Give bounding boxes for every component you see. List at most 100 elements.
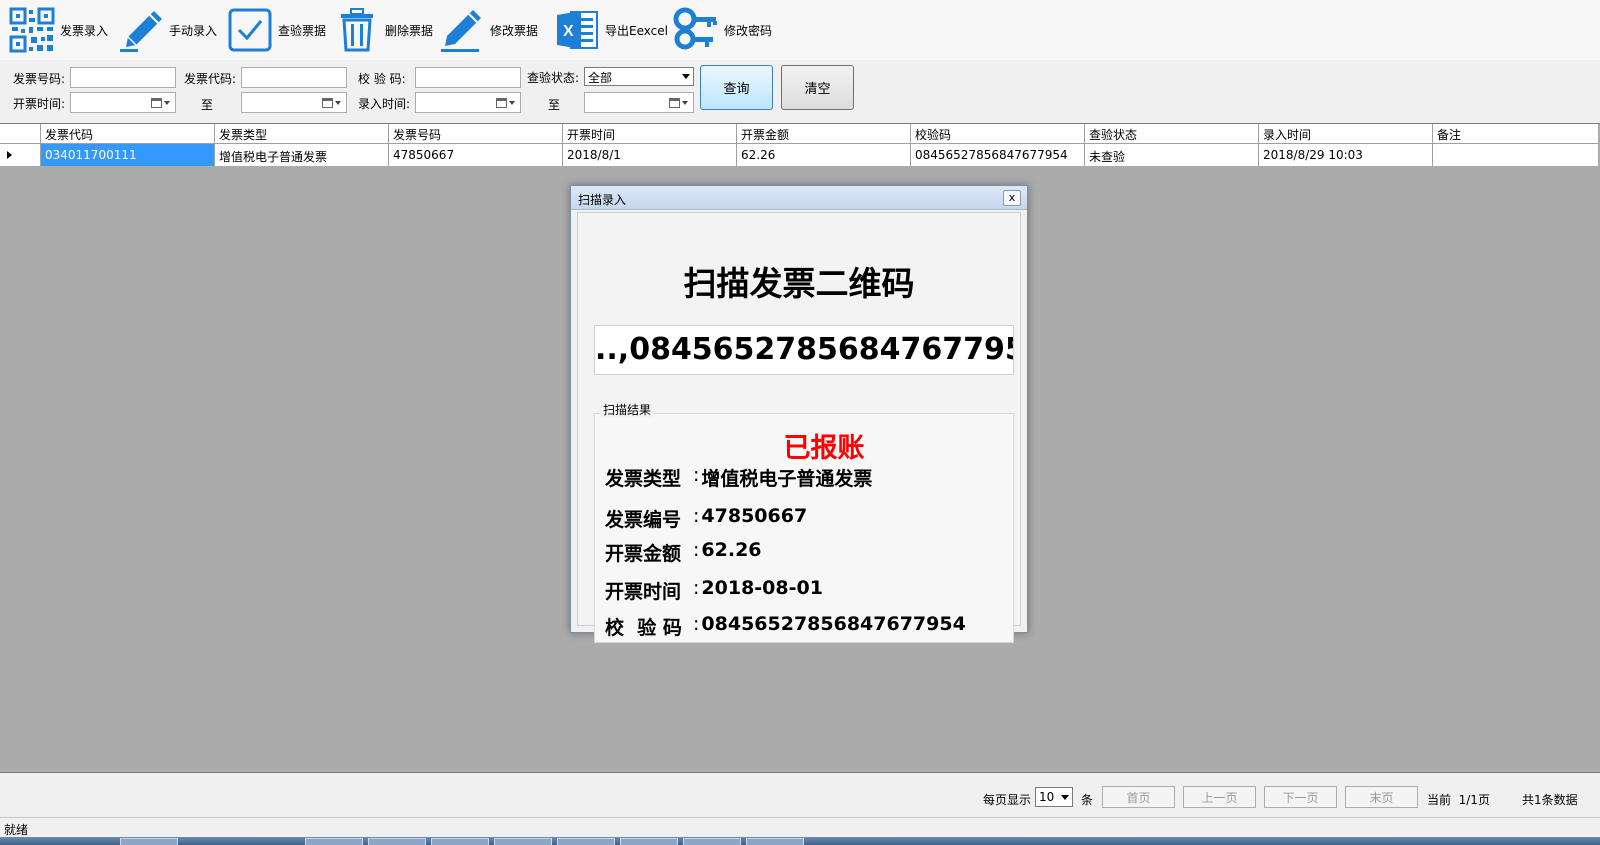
clear-button[interactable]: 清空 [781, 65, 854, 110]
result-value: 62.26 [701, 539, 762, 561]
table-cell[interactable]: 62.26 [737, 144, 911, 166]
next-page-button[interactable]: 下一页 [1264, 786, 1337, 808]
colon: : [693, 505, 700, 527]
colon: : [693, 577, 700, 599]
chevron-down-icon [682, 74, 690, 79]
taskbar-button[interactable] [620, 838, 678, 845]
column-header[interactable]: 备注 [1433, 124, 1598, 143]
row-header[interactable] [0, 144, 41, 166]
table-cell[interactable]: 2018/8/1 [563, 144, 737, 166]
delete-invoice-button[interactable]: 删除票据 [333, 6, 433, 54]
current-page-text: 当前 1/1页 [1427, 793, 1490, 807]
prev-page-button[interactable]: 上一页 [1183, 786, 1256, 808]
column-header[interactable]: 发票代码 [41, 124, 215, 143]
first-page-button[interactable]: 首页 [1102, 786, 1175, 808]
table-cell[interactable]: 2018/8/29 10:03 [1259, 144, 1433, 166]
close-icon: x [1008, 191, 1016, 204]
column-header[interactable]: 发票类型 [215, 124, 389, 143]
table-cell[interactable]: 034011700111 [41, 144, 215, 166]
invoice-code-label: 发票代码: [184, 72, 237, 86]
check-code-input[interactable] [415, 67, 521, 88]
last-page-button[interactable]: 末页 [1345, 786, 1418, 808]
result-row-amount: 开票金额:62.26 [605, 539, 762, 566]
manual-entry-button[interactable]: 手动录入 [117, 6, 217, 54]
edit-invoice-button[interactable]: 修改票据 [438, 6, 538, 54]
per-page-value: 10 [1039, 790, 1055, 804]
taskbar-button[interactable] [120, 838, 178, 845]
invoice-scan-entry-button[interactable]: 发票录入 [8, 6, 108, 54]
result-key: 校 验 码 [605, 617, 682, 639]
column-header[interactable]: 发票号码 [389, 124, 563, 143]
status-bar: 就绪 [0, 817, 1600, 837]
close-button[interactable]: x [1003, 190, 1021, 206]
taskbar-button[interactable] [494, 838, 552, 845]
entry-time-start-picker[interactable] [415, 92, 521, 113]
taskbar-button[interactable] [746, 838, 804, 845]
calendar-icon [322, 96, 342, 109]
taskbar-button[interactable] [368, 838, 426, 845]
edit-invoice-label: 修改票据 [490, 23, 539, 38]
table-cell[interactable]: 08456527856847677954 [911, 144, 1085, 166]
reimbursed-status: 已报账 [783, 433, 865, 464]
calendar-icon [669, 96, 689, 109]
scan-result-label: 扫描结果 [600, 401, 655, 418]
row-header-corner [0, 124, 41, 143]
issue-time-label: 开票时间: [13, 97, 66, 111]
invoice-scan-entry-label: 发票录入 [60, 23, 109, 38]
excel-icon: X [553, 6, 601, 54]
entry-time-label: 录入时间: [358, 97, 411, 111]
filter-panel: 发票号码: 发票代码: 校 验 码: 查验状态: 全部 开票时间: 至 录入时间… [0, 60, 1600, 122]
column-header[interactable]: 查验状态 [1085, 124, 1259, 143]
verify-status-label: 查验状态: [527, 71, 580, 85]
result-value: 47850667 [701, 505, 808, 527]
export-excel-button[interactable]: X 导出Eexcel [553, 6, 668, 54]
column-header[interactable]: 开票金额 [737, 124, 911, 143]
issue-time-end-picker[interactable] [241, 92, 347, 113]
dialog-body: 扫描发票二维码 ..,08456527856847677954 已报账 发票类型… [577, 212, 1021, 643]
result-key: 发票类型 [605, 468, 682, 490]
taskbar-button[interactable] [683, 838, 741, 845]
dialog-title: 扫描录入 [578, 193, 627, 207]
key-icon [672, 6, 720, 54]
table-cell[interactable]: 未查验 [1085, 144, 1259, 166]
scan-input[interactable]: ..,08456527856847677954 [594, 325, 1014, 375]
table-cell[interactable] [1433, 144, 1598, 166]
dialog-title-bar[interactable]: 扫描录入 x [571, 186, 1027, 210]
colon: : [693, 613, 700, 635]
change-password-button[interactable]: 修改密码 [672, 6, 772, 54]
per-page-select[interactable]: 10 [1035, 787, 1073, 807]
taskbar-button[interactable] [557, 838, 615, 845]
svg-text:X: X [563, 23, 574, 40]
invoice-code-input[interactable] [241, 67, 347, 88]
result-value: 增值税电子普通发票 [701, 468, 873, 490]
column-header[interactable]: 录入时间 [1259, 124, 1433, 143]
invoice-number-input[interactable] [70, 67, 176, 88]
entry-time-end-picker[interactable] [584, 92, 694, 113]
result-key: 发票编号 [605, 509, 682, 531]
table-cell[interactable]: 增值税电子普通发票 [215, 144, 389, 166]
column-header[interactable]: 开票时间 [563, 124, 737, 143]
table-cell[interactable]: 47850667 [389, 144, 563, 166]
current-row-arrow-icon [7, 151, 12, 159]
taskbar-button[interactable] [431, 838, 489, 845]
export-excel-label: 导出Eexcel [605, 23, 668, 38]
calendar-icon [496, 96, 516, 109]
manual-entry-label: 手动录入 [169, 23, 218, 38]
toolbar: 发票录入 手动录入 查验票据 删除票据 修改票据 X 导出Eexcel 修改密码 [0, 0, 1600, 60]
chevron-down-icon [1061, 795, 1069, 800]
taskbar-button[interactable] [305, 838, 363, 845]
result-row-issue-date: 开票时间:2018-08-01 [605, 577, 823, 604]
calendar-icon [151, 96, 171, 109]
verify-invoice-button[interactable]: 查验票据 [226, 6, 326, 54]
qr-code-icon [8, 6, 56, 54]
per-page-label: 每页显示 [983, 793, 1032, 807]
status-text: 就绪 [4, 823, 29, 837]
result-row-invoice-type: 发票类型: 增值税电子普通发票 [605, 464, 872, 491]
result-row-invoice-number: 发票编号:47850667 [605, 505, 807, 532]
issue-time-start-picker[interactable] [70, 92, 176, 113]
query-button[interactable]: 查询 [700, 65, 773, 110]
pagination-bar: 每页显示 10 条 首页 上一页 下一页 末页 当前 1/1页 共1条数据 [0, 777, 1600, 817]
column-header[interactable]: 校验码 [911, 124, 1085, 143]
verify-status-select[interactable]: 全部 [584, 67, 694, 86]
table-row[interactable]: 034011700111 增值税电子普通发票 47850667 2018/8/1… [0, 144, 1598, 166]
